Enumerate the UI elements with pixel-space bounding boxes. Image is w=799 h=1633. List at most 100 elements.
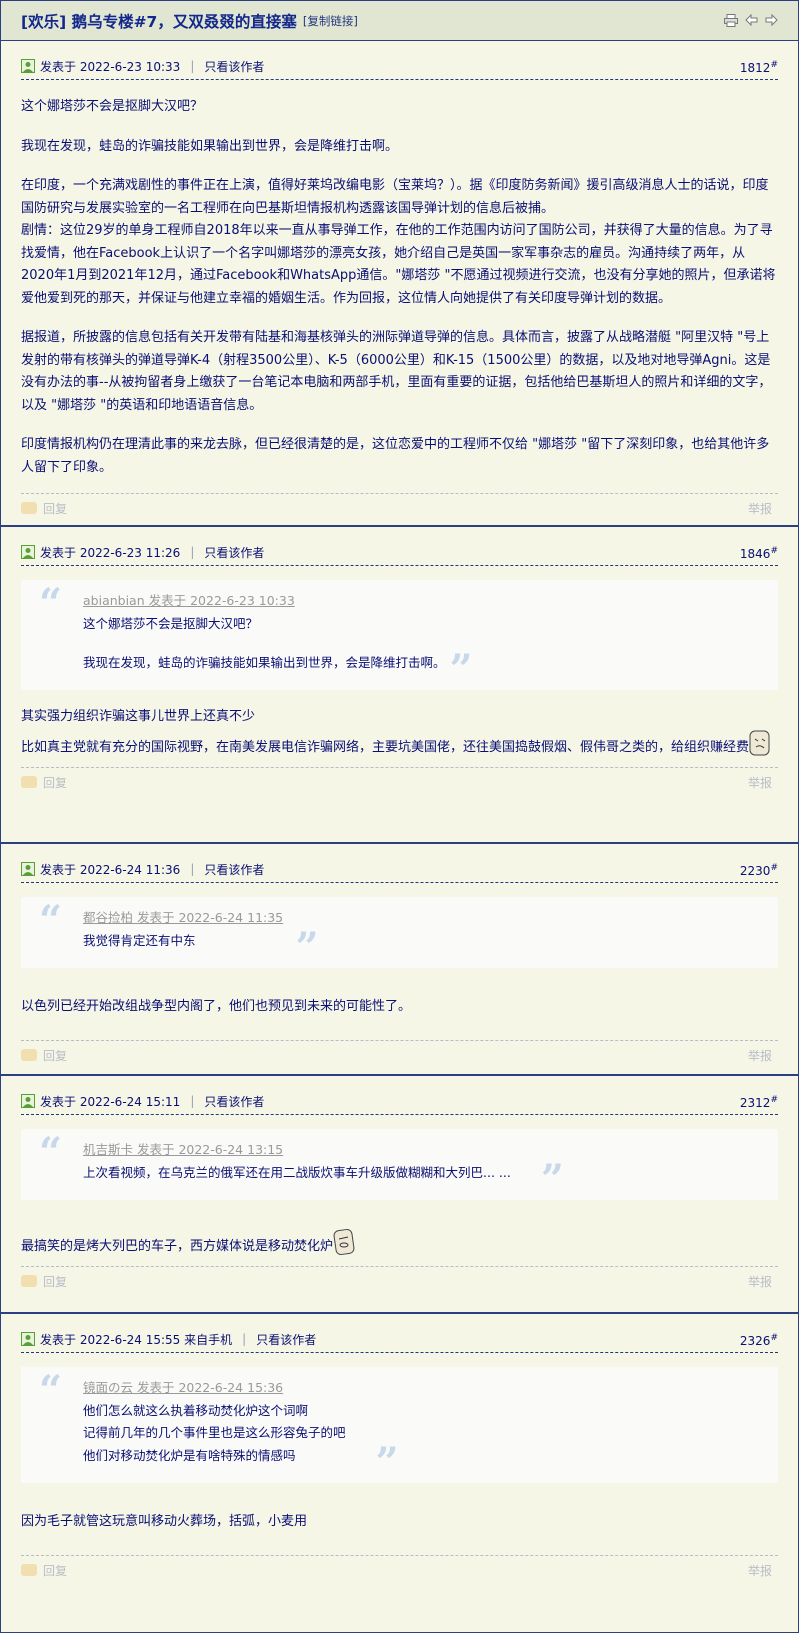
only-author-link[interactable]: 只看该作者 (204, 861, 264, 878)
only-author-link[interactable]: 只看该作者 (204, 544, 264, 561)
floor-number: 2230# (740, 863, 778, 878)
floor-value: 2230 (739, 864, 771, 878)
floor-number: 1846# (740, 546, 778, 561)
floor-mark: # (770, 546, 778, 556)
post-paragraph: 这个娜塔莎不会是抠脚大汉吧？ (21, 99, 204, 114)
post-meta: 发表于 2022-6-23 10:33 | 只看该作者 1812# (21, 41, 778, 80)
user-icon (21, 59, 35, 73)
report-button[interactable]: 举报 (748, 774, 772, 791)
quote-line: 他们怎么就这么执着移动焚化炉这个词啊 (83, 1402, 309, 1418)
face-emoji-icon (333, 1228, 355, 1256)
reply-button[interactable]: 回复 (21, 1047, 67, 1064)
only-author-link[interactable]: 只看该作者 (204, 58, 264, 75)
floor-number: 2326# (740, 1333, 778, 1348)
quote-open-icon: “ (39, 1367, 63, 1414)
copy-link-button[interactable]: [复制链接] (303, 13, 358, 29)
quote-line-text: 上次看视频，在乌克兰的俄军还在用二战版炊事车升级版做糊糊和大列巴... ... (83, 1164, 511, 1180)
quote-line-text: 我现在发现，蛙岛的诈骗技能如果输出到世界，会是降维打击啊。 (83, 655, 446, 670)
post-1812: 发表于 2022-6-23 10:33 | 只看该作者 1812# 这个娜塔莎不… (1, 41, 798, 527)
user-icon (21, 1094, 35, 1108)
quote-block: “ 镜面の云 发表于 2022-6-24 15:36 他们怎么就这么执着移动焚化… (21, 1367, 778, 1483)
post-paragraph: 印度情报机构仍在理清此事的来龙去脉，但已经很清楚的是，这位恋爱中的工程师不仅给 … (21, 437, 770, 475)
floor-value: 2312 (739, 1096, 771, 1110)
quote-source[interactable]: 机吉斯卡 发表于 2022-6-24 13:15 (83, 1139, 658, 1162)
post-content: 其实强力组织诈骗这事儿世界上还真不少 比如真主党就有充分的国际视野，在南美发展电… (21, 706, 778, 759)
post-footer: 回复 举报 (21, 1555, 778, 1584)
post-line: 比如真主党就有充分的国际视野，在南美发展电信诈骗网络，主要坑美国佬，还往美国捣鼓… (21, 729, 778, 760)
floor-mark: # (770, 863, 778, 873)
quote-block: “ abianbian 发表于 2022-6-23 10:33 这个娜塔莎不会是… (21, 580, 778, 690)
meta-separator: | (190, 59, 195, 73)
post-meta: 发表于 2022-6-24 11:36 | 只看该作者 2230# (21, 844, 778, 883)
report-button[interactable]: 举报 (748, 1047, 772, 1064)
reply-icon (21, 1564, 37, 1576)
post-paragraph: 在印度，一个充满戏剧性的事件正在上演，值得好莱坞改编电影（宝莱坞？）。据《印度防… (21, 178, 769, 216)
post-footer: 回复 举报 (21, 1040, 778, 1069)
post-2312: 发表于 2022-6-24 15:11 | 只看该作者 2312# “ 机吉斯卡… (1, 1076, 798, 1314)
post-footer: 回复 举报 (21, 1266, 778, 1295)
post-line: 其实强力组织诈骗这事儿世界上还真不少 (21, 709, 256, 724)
post-line: 因为毛子就管这玩意叫移动火葬场，括弧，小麦用 (21, 1513, 308, 1529)
next-icon[interactable] (764, 13, 778, 27)
post-content: 以色列已经开始改组战争型内阁了，他们也预见到未来的可能性了。 (21, 984, 778, 1019)
reply-label: 回复 (43, 775, 68, 790)
meta-separator: | (190, 545, 195, 559)
reply-label: 回复 (43, 1048, 68, 1063)
post-content: 这个娜塔莎不会是抠脚大汉吧？ 我现在发现，蛙岛的诈骗技能如果输出到世界，会是降维… (21, 80, 778, 479)
user-icon (21, 862, 35, 876)
quote-close-icon: ” (540, 1155, 564, 1203)
post-date: 发表于 2022-6-24 11:36 (40, 862, 181, 877)
quote-line: 我现在发现，蛙岛的诈骗技能如果输出到世界，会是降维打击啊。” (83, 646, 718, 693)
post-meta: 发表于 2022-6-24 15:11 | 只看该作者 2312# (21, 1076, 778, 1115)
user-icon (21, 1332, 35, 1346)
post-paragraph: 我现在发现，蛙岛的诈骗技能如果输出到世界，会是降维打击啊。 (21, 138, 399, 154)
post-footer: 回复 举报 (21, 767, 778, 796)
post-content: 最搞笑的是烤大列巴的车子，西方媒体说是移动焚化炉 (21, 1216, 778, 1259)
post-footer: 回复 举报 (21, 493, 778, 522)
reply-label: 回复 (43, 1563, 68, 1578)
quote-line: 这个娜塔莎不会是抠脚大汉吧？ (83, 615, 259, 631)
post-meta: 发表于 2022-6-24 15:55 来自手机 | 只看该作者 2326# (21, 1314, 778, 1353)
floor-number: 1812# (740, 60, 778, 75)
quote-line: 他们对移动焚化炉是有啥特殊的情感吗 ” (83, 1438, 478, 1486)
quote-source[interactable]: 镜面の云 发表于 2022-6-24 15:36 (83, 1377, 478, 1400)
quote-block: “ 都谷捡柏 发表于 2022-6-24 11:35 我觉得肯定还有中东” (21, 897, 778, 968)
post-date: 发表于 2022-6-24 15:11 (40, 1094, 181, 1109)
forum-thread: [欢乐] 鹅乌专楼#7，又双叒叕的直接塞 [复制链接] 发表于 2022-6-2… (0, 0, 799, 1633)
floor-mark: # (770, 1095, 778, 1105)
quote-open-icon: “ (39, 580, 63, 627)
post-line-text: 最搞笑的是烤大列巴的车子，西方媒体说是移动焚化炉 (21, 1238, 334, 1254)
reply-button[interactable]: 回复 (21, 500, 67, 517)
post-date: 发表于 2022-6-23 11:26 (40, 545, 181, 560)
reply-label: 回复 (43, 1274, 68, 1289)
quote-close-icon: ” (375, 1438, 399, 1486)
reply-label: 回复 (43, 501, 68, 516)
floor-mark: # (770, 60, 778, 70)
prev-icon[interactable] (744, 13, 758, 27)
post-meta: 发表于 2022-6-23 11:26 | 只看该作者 1846# (21, 527, 778, 566)
quote-line: 我觉得肯定还有中东 ” (83, 927, 358, 967)
post-date: 发表于 2022-6-24 15:55 来自手机 (40, 1332, 233, 1347)
reply-icon (21, 502, 37, 514)
smiley-emoji-icon (749, 729, 771, 757)
report-button[interactable]: 举报 (748, 1562, 772, 1579)
only-author-link[interactable]: 只看该作者 (204, 1093, 264, 1110)
quote-close-icon: ” (449, 646, 473, 693)
meta-separator: | (242, 1332, 247, 1346)
post-2230: 发表于 2022-6-24 11:36 | 只看该作者 2230# “ 都谷捡柏… (1, 844, 798, 1076)
quote-line-text: 我觉得肯定还有中东 (83, 932, 196, 948)
report-button[interactable]: 举报 (748, 500, 772, 517)
report-button[interactable]: 举报 (748, 1273, 772, 1290)
print-icon[interactable] (724, 13, 738, 27)
quote-source[interactable]: abianbian 发表于 2022-6-23 10:33 (83, 590, 718, 613)
reply-button[interactable]: 回复 (21, 1562, 67, 1579)
reply-button[interactable]: 回复 (21, 1273, 67, 1290)
reply-icon (21, 1049, 37, 1061)
floor-mark: # (770, 1333, 778, 1343)
post-paragraph: 据报道，所披露的信息包括有关开发带有陆基和海基核弹头的洲际弹道导弹的信息。具体而… (21, 330, 772, 413)
only-author-link[interactable]: 只看该作者 (256, 1331, 316, 1348)
post-date: 发表于 2022-6-23 10:33 (40, 59, 181, 74)
floor-number: 2312# (740, 1095, 778, 1110)
reply-button[interactable]: 回复 (21, 774, 67, 791)
user-icon (21, 545, 35, 559)
